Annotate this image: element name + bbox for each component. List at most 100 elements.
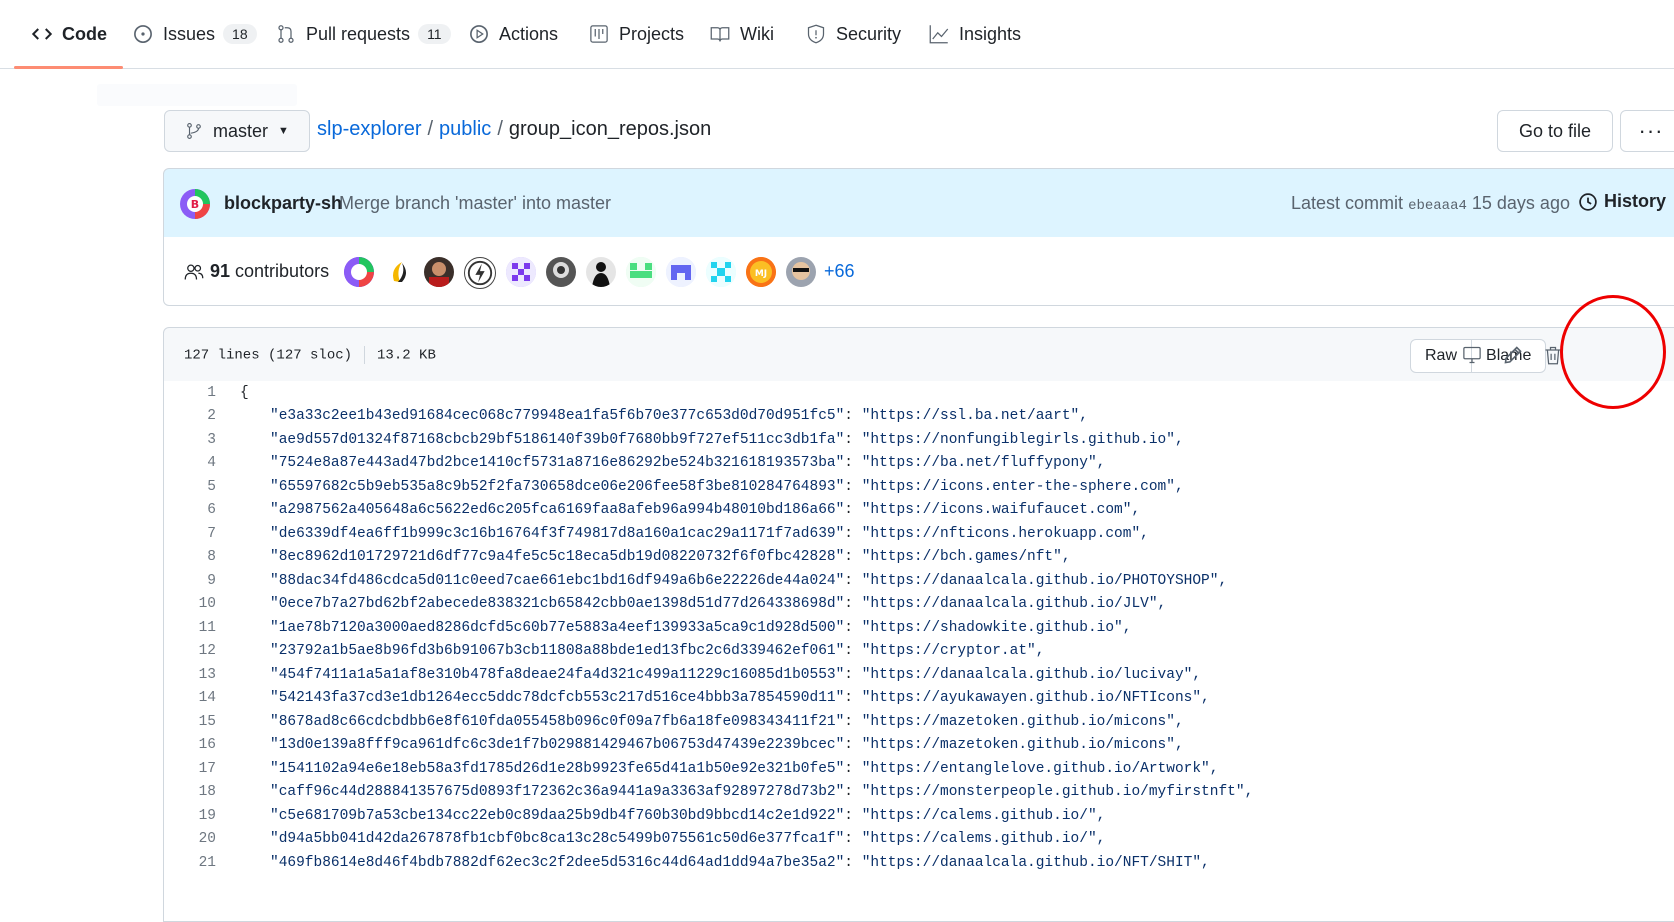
json-key: "a2987562a405648a6c5622ed6c205fca6169faa… [270, 502, 845, 518]
line-number[interactable]: 20 [164, 827, 216, 852]
tab-label: Insights [959, 23, 1022, 44]
tab-security[interactable]: Security [806, 0, 901, 68]
code-line: 13 "454f7411a1a5a1af8e310b478fa8deae24fa4… [164, 663, 1674, 688]
line-number[interactable]: 18 [164, 780, 216, 805]
code-icon [32, 24, 52, 44]
code-line: 17 "1541102a94e6e18eb58a3fd1785d26d1e28b9… [164, 757, 1674, 782]
line-number[interactable]: 14 [164, 686, 216, 711]
avatar[interactable] [344, 257, 374, 287]
line-number[interactable]: 1 [164, 381, 216, 406]
line-number[interactable]: 7 [164, 522, 216, 547]
commit-sha[interactable]: ebeaaa4 [1408, 198, 1467, 214]
branch-name: master [213, 120, 269, 141]
line-number[interactable]: 6 [164, 498, 216, 523]
json-key: "8678ad8c66cdcbdbb6e8f610fda055458b096c0… [270, 714, 845, 730]
breadcrumb-separator: / [497, 118, 503, 140]
selected-tab-underline [14, 66, 123, 69]
pencil-icon[interactable] [1500, 342, 1526, 368]
tab-insights[interactable]: Insights [929, 0, 1021, 68]
tab-label: Code [62, 23, 107, 44]
commit-author[interactable]: blockparty-sh [224, 193, 342, 214]
graph-icon [929, 24, 949, 44]
json-key: "454f7411a1a5a1af8e310b478fa8deae24fa4d3… [270, 667, 845, 683]
line-source: { [240, 385, 249, 401]
avatar[interactable] [546, 257, 576, 287]
avatar[interactable] [786, 257, 816, 287]
breadcrumb: slp-explorer / public / group_icon_repos.jso… [317, 118, 711, 141]
json-value: "https://danaalcala.github.io/JLV", [861, 596, 1167, 612]
line-number[interactable]: 8 [164, 545, 216, 570]
json-value: "https://danaalcala.github.io/NFT/SHIT", [861, 855, 1210, 871]
branch-selector[interactable]: master ▼ [164, 110, 310, 152]
tab-label: Pull requests [306, 23, 411, 44]
more-options-button[interactable]: ··· [1620, 110, 1674, 152]
json-value: "https://ayukawayen.github.io/NFTIcons", [861, 690, 1210, 706]
breadcrumb-folder-link[interactable]: public [439, 118, 491, 140]
code-line: 7 "de6339df4ea6ff1b999c3c16b16764f3f74981… [164, 522, 1674, 547]
play-icon [469, 24, 489, 44]
json-key: "65597682c5b9eb535a8c9b52f2fa730658dce06… [270, 479, 845, 495]
line-number[interactable]: 13 [164, 663, 216, 688]
repo-nav: Code Issues 18 Pull requests 11 Actions … [0, 0, 1674, 69]
contributors-link[interactable]: 91 contributors [184, 261, 329, 282]
tab-issues[interactable]: Issues 18 [133, 0, 257, 68]
go-to-file-button[interactable]: Go to file [1497, 110, 1613, 152]
avatar[interactable] [706, 257, 736, 287]
line-number[interactable]: 9 [164, 569, 216, 594]
avatar[interactable] [424, 257, 454, 287]
json-key: "8ec8962d101729721d6df77c9a4fe5c5c18eca5… [270, 549, 845, 565]
tab-actions[interactable]: Actions [469, 0, 558, 68]
breadcrumb-repo-link[interactable]: slp-explorer [317, 118, 421, 140]
line-number[interactable]: 17 [164, 757, 216, 782]
svg-text:MJ: MJ [755, 269, 767, 279]
json-key: "0ece7b7a27bd62bf2abecede838321cb65842cb… [270, 596, 845, 612]
json-key: "542143fa37cd3e1db1264ecc5ddc78dcfcb553c… [270, 690, 845, 706]
line-number[interactable]: 4 [164, 451, 216, 476]
json-value: "https://ba.net/fluffypony", [861, 455, 1106, 471]
code-line: 5 "65597682c5b9eb535a8c9b52f2fa730658dce0… [164, 475, 1674, 500]
code-line: 4 "7524e8a87e443ad47bd2bce1410cf5731a8716… [164, 451, 1674, 476]
more-contributors-link[interactable]: +66 [824, 261, 855, 282]
line-number[interactable]: 16 [164, 733, 216, 758]
commit-meta: Latest commit ebeaaa4 15 days ago [1291, 193, 1570, 214]
line-number[interactable]: 3 [164, 428, 216, 453]
line-number[interactable]: 11 [164, 616, 216, 641]
json-value: "https://mazetoken.github.io/micons", [861, 737, 1184, 753]
avatar[interactable] [384, 257, 414, 287]
commit-message[interactable]: Merge branch 'master' into master [339, 193, 611, 214]
avatar[interactable] [666, 257, 696, 287]
history-button[interactable]: History [1578, 191, 1666, 212]
tab-code[interactable]: Code [32, 0, 107, 68]
tab-wiki[interactable]: Wiki [710, 0, 774, 68]
line-number[interactable]: 10 [164, 592, 216, 617]
tab-label: Security [836, 23, 902, 44]
avatar[interactable] [586, 257, 616, 287]
svg-text:B: B [191, 198, 199, 211]
line-number[interactable]: 2 [164, 404, 216, 429]
line-number[interactable]: 19 [164, 804, 216, 829]
json-value: "https://nfticons.herokuapp.com", [861, 526, 1149, 542]
avatar[interactable] [626, 257, 656, 287]
tab-label: Projects [619, 23, 685, 44]
json-value: "https://shadowkite.github.io", [861, 620, 1132, 636]
history-label: History [1604, 191, 1667, 211]
desktop-icon[interactable] [1459, 342, 1485, 368]
code-line: 15 "8678ad8c66cdcbdbb6e8f610fda055458b096… [164, 710, 1674, 735]
json-key: "13d0e139a8fff9ca961dfc6c3de1f7b02988142… [270, 737, 845, 753]
json-key: "caff96c44d288841357675d0893f172362c36a9… [270, 784, 845, 800]
breadcrumb-separator: / [427, 118, 434, 140]
avatar[interactable] [506, 257, 536, 287]
line-number[interactable]: 21 [164, 851, 216, 876]
line-number[interactable]: 5 [164, 475, 216, 500]
tab-pull-requests[interactable]: Pull requests 11 [276, 0, 451, 68]
avatar[interactable] [464, 257, 496, 289]
line-number[interactable]: 12 [164, 639, 216, 664]
line-number[interactable]: 15 [164, 710, 216, 735]
tab-projects[interactable]: Projects [589, 0, 684, 68]
contributors-bar: 91 contributors MJ +66 [163, 237, 1674, 306]
avatar[interactable]: MJ [746, 257, 776, 287]
tab-label: Issues [163, 23, 216, 44]
json-key: "e3a33c2ee1b43ed91684cec068c779948ea1fa5… [270, 408, 845, 424]
avatar[interactable]: B [180, 189, 210, 219]
json-value: "https://icons.waifufaucet.com", [861, 502, 1141, 518]
